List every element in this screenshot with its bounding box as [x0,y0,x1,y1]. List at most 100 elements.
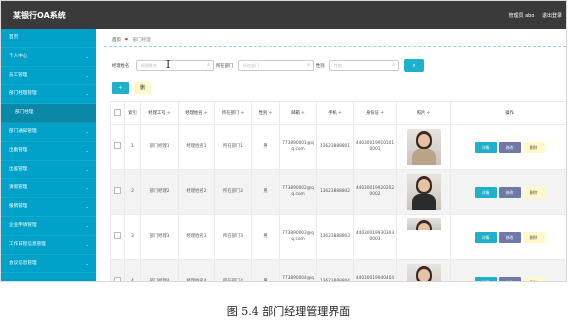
main-content: 首页 ❤ 部门经理 经理姓名 经理姓名 ⌕ I 所在部门 所在部门 ⌕ 性别 性… [96,29,566,281]
sidebar-item-12[interactable]: 会议信息管理 ⌄ [1,255,96,274]
row-select-cell [110,169,125,215]
sidebar-item-label: 工作日程信息管理 [9,241,46,247]
cell-actions: 详情 修改 删除 [450,124,566,170]
cell-email: 773890003@qq.com [279,214,317,260]
column-header: 操作 [450,101,566,125]
column-header: 邮箱 ÷ [279,101,317,125]
detail-button[interactable]: 详情 [474,231,497,243]
cell-photo [396,124,451,170]
row-delete-button[interactable]: 删除 [522,186,545,198]
add-button[interactable]: + [112,82,129,94]
row-checkbox[interactable] [114,142,121,149]
edit-button[interactable]: 修改 [498,141,521,153]
cell-actions: 详情 修改 删除 [450,259,566,281]
sidebar-item-8[interactable]: 请假管理 ⌄ [1,179,96,199]
text-cursor-icon: I [166,58,171,71]
sidebar-item-6[interactable]: 出勤管理 ⌄ [1,142,96,161]
delete-button[interactable]: 删 [134,82,151,94]
column-header[interactable] [110,101,125,125]
cell-dept: 所在部门1 [214,124,252,170]
sidebar: 首页 个人中心 ⌄ 员工管理 ⌄ 部门经理管理 ⌄ 部门经理 部门通知管理 ⌄ 出勤管理 ⌄ 出差管理 ⌄… [1,29,96,281]
manager-photo [406,174,441,210]
sidebar-item-label: 报销管理 [9,204,28,210]
chevron-down-icon: ⌄ [85,53,89,59]
sidebar-item-label: 部门通知管理 [9,128,37,134]
cell-gender: 男 [251,259,280,281]
search-icon: ⌕ [207,62,210,68]
column-header: 所在部门 ÷ [214,101,252,125]
user-area: 管理员 abo 退出登录 [503,12,563,19]
column-header: 索引 [124,101,141,125]
sidebar-item-label: 请假管理 [9,185,28,191]
sidebar-item-label: 企业申请管理 [9,222,37,228]
chevron-down-icon: ⌄ [85,72,89,78]
cell-name: 经理姓名2 [178,169,215,215]
sidebar-item-7[interactable]: 出差管理 ⌄ [1,161,96,180]
cell-idcard: 440300199202020002 [353,169,397,215]
search-icon: ⌕ [392,62,395,68]
sidebar-item-11[interactable]: 工作日程信息管理 ⌄ [1,236,96,255]
cell-email: 773890001@qq.com [279,124,317,170]
column-header: 照片 ÷ [396,101,451,125]
cell-name: 经理姓名4 [178,259,215,281]
edit-button[interactable]: 修改 [498,276,521,281]
cell-phone: 13623888804 [316,259,354,281]
admin-label: 管理员 abo [508,13,535,19]
row-select-cell [110,214,125,260]
cell-dept: 所在部门2 [214,169,252,215]
breadcrumb: 首页 ❤ 部门经理 [112,37,151,43]
manager-photo [406,217,441,230]
sidebar-item-label: 部门经理 [15,110,34,116]
search-button[interactable]: ⌕ [404,59,424,72]
column-header: 经理姓名 ÷ [178,101,215,125]
column-header: 性别 ÷ [251,101,280,125]
cell-index: 4 [124,259,141,281]
search-bar: 经理姓名 经理姓名 ⌕ I 所在部门 所在部门 ⌕ 性别 性别 ⌕ ⌕ [112,58,562,72]
top-bar: 某银行OA系统 管理员 abo 退出登录 [1,1,566,29]
cell-phone: 13623888802 [316,169,354,215]
chevron-down-icon: ⌄ [85,241,89,247]
sidebar-item-1[interactable]: 个人中心 ⌄ [1,48,96,67]
cell-id: 部门经理1 [140,124,179,170]
row-checkbox[interactable] [114,232,121,239]
cell-index: 2 [124,169,141,215]
row-checkbox[interactable] [114,277,121,281]
chevron-down-icon: ⌄ [85,185,89,191]
sidebar-item-4[interactable]: 部门经理 [1,104,96,123]
sidebar-item-label: 首页 [9,35,19,40]
gender-input[interactable]: 性别 ⌕ [329,60,399,71]
detail-button[interactable]: 详情 [474,276,497,281]
sidebar-item-5[interactable]: 部门通知管理 ⌄ [1,123,96,142]
figure-caption: 图 5.4 部门经理管理界面 [226,305,351,318]
breadcrumb-separator: ❤ [124,38,129,43]
app-window: 某银行OA系统 管理员 abo 退出登录 首页 个人中心 ⌄ 员工管理 ⌄ 部门经理管理 ⌄… [0,0,567,282]
row-delete-button[interactable]: 删除 [522,276,545,281]
column-header: 经理工号 ÷ [140,101,179,125]
dept-input[interactable]: 所在部门 ⌕ [238,60,314,71]
cell-index: 1 [124,124,141,170]
logout-link[interactable]: 退出登录 [542,13,562,19]
detail-button[interactable]: 详情 [474,186,497,198]
manager-table: 索引 经理工号 ÷ 经理姓名 ÷ 所在部门 ÷ 性别 ÷ 邮箱 ÷ 手机 ÷ 身份证 ÷ 照片 … [110,101,566,281]
detail-button[interactable]: 详情 [474,141,497,153]
manager-name-input[interactable]: 经理姓名 ⌕ [136,60,214,71]
sidebar-item-2[interactable]: 员工管理 ⌄ [1,67,96,86]
sidebar-item-label: 员工管理 [9,72,28,78]
cell-photo [396,214,451,260]
breadcrumb-home[interactable]: 首页 [112,38,121,43]
sidebar-item-10[interactable]: 企业申请管理 ⌄ [1,217,96,236]
edit-button[interactable]: 修改 [498,186,521,198]
cell-photo [396,259,451,281]
row-checkbox[interactable] [114,187,121,194]
sidebar-item-3[interactable]: 部门经理管理 ⌄ [1,85,96,105]
row-delete-button[interactable]: 删除 [522,141,545,153]
edit-button[interactable]: 修改 [498,231,521,243]
cell-dept: 所在部门4 [214,259,252,281]
select-all-checkbox[interactable] [114,108,121,116]
chevron-down-icon: ⌄ [85,91,89,97]
sidebar-item-0[interactable]: 首页 [1,29,96,48]
table-header: 索引 经理工号 ÷ 经理姓名 ÷ 所在部门 ÷ 性别 ÷ 邮箱 ÷ 手机 ÷ 身份证 ÷ 照片 … [110,101,566,125]
chevron-down-icon: ⌄ [85,147,89,153]
sidebar-item-9[interactable]: 报销管理 ⌄ [1,198,96,217]
row-delete-button[interactable]: 删除 [522,231,545,243]
